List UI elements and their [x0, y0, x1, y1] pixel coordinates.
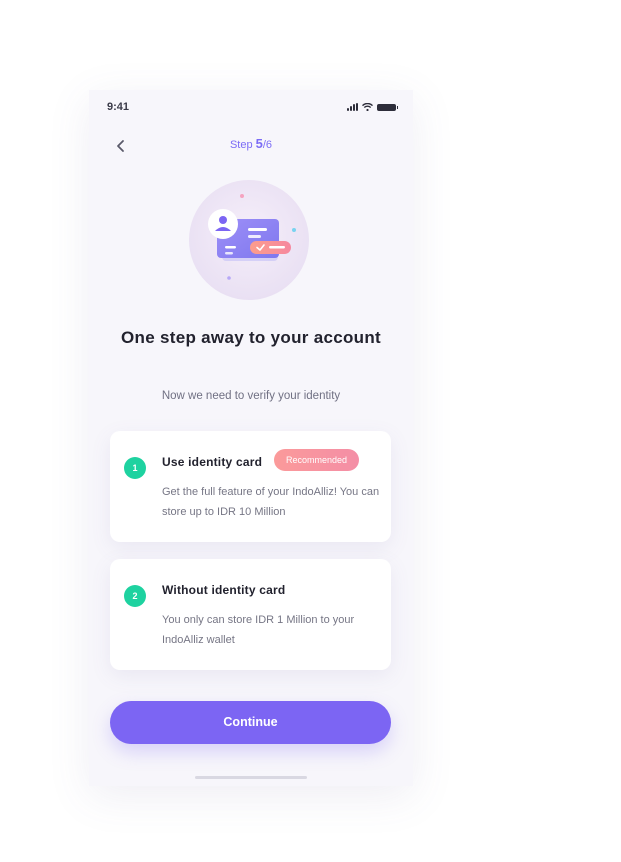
step-label: Step	[229, 139, 253, 151]
page-title: One step away to your account	[121, 328, 381, 347]
option-description: You only can store IDR 1 Million to your…	[162, 614, 355, 646]
step-total: /6	[262, 139, 273, 151]
option-card-identity[interactable]: 1 Use identity card Recommended Get the …	[110, 431, 391, 542]
option-number: 2	[124, 585, 146, 607]
status-icons	[347, 103, 398, 111]
identity-card-illustration	[189, 180, 309, 300]
phone-screen: 9:41 Step 5/6 One step away to your acco…	[89, 90, 413, 786]
home-indicator	[195, 776, 307, 779]
step-indicator: Step 5/6	[89, 136, 413, 151]
wifi-icon	[362, 103, 373, 111]
option-number: 1	[124, 457, 146, 479]
option-title: Use identity card	[162, 455, 263, 469]
option-title: Without identity card	[162, 583, 286, 597]
status-time: 9:41	[107, 101, 130, 113]
step-current: 5	[255, 136, 263, 151]
option-card-no-identity[interactable]: 2 Without identity card You only can sto…	[110, 559, 391, 670]
page-subtitle: Now we need to verify your identity	[161, 390, 341, 402]
signal-icon	[347, 103, 358, 111]
recommended-badge: Recommended	[274, 449, 360, 471]
battery-icon	[377, 103, 398, 111]
option-description: Get the full feature of your IndoAlliz! …	[162, 486, 380, 518]
continue-button[interactable]: Continue	[110, 701, 391, 744]
